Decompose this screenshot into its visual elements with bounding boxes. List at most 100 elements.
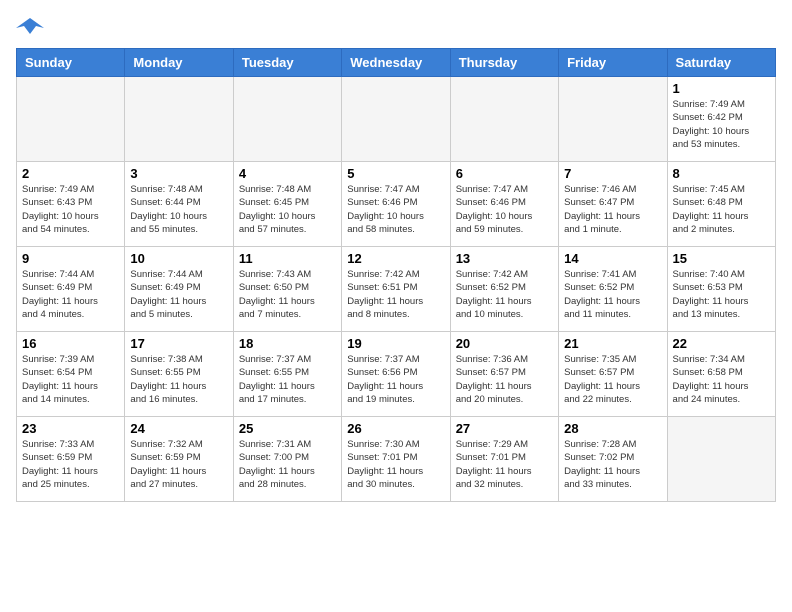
calendar-cell: 18 Sunrise: 7:37 AM Sunset: 6:55 PM Dayli… (233, 332, 341, 417)
day-number: 25 (239, 421, 336, 436)
day-info: Sunrise: 7:43 AM Sunset: 6:50 PM Dayligh… (239, 268, 336, 321)
calendar-cell: 21 Sunrise: 7:35 AM Sunset: 6:57 PM Dayli… (559, 332, 667, 417)
calendar-cell: 25 Sunrise: 7:31 AM Sunset: 7:00 PM Dayli… (233, 417, 341, 502)
calendar-cell: 20 Sunrise: 7:36 AM Sunset: 6:57 PM Dayli… (450, 332, 558, 417)
calendar-cell: 10 Sunrise: 7:44 AM Sunset: 6:49 PM Dayli… (125, 247, 233, 332)
calendar-cell: 12 Sunrise: 7:42 AM Sunset: 6:51 PM Dayli… (342, 247, 450, 332)
calendar-header-friday: Friday (559, 49, 667, 77)
day-number: 10 (130, 251, 227, 266)
page-header (16, 16, 776, 40)
day-info: Sunrise: 7:42 AM Sunset: 6:51 PM Dayligh… (347, 268, 444, 321)
calendar-cell: 4 Sunrise: 7:48 AM Sunset: 6:45 PM Daylig… (233, 162, 341, 247)
calendar-cell: 23 Sunrise: 7:33 AM Sunset: 6:59 PM Dayli… (17, 417, 125, 502)
day-info: Sunrise: 7:38 AM Sunset: 6:55 PM Dayligh… (130, 353, 227, 406)
calendar-cell (125, 77, 233, 162)
calendar-cell (667, 417, 775, 502)
calendar-week-5: 23 Sunrise: 7:33 AM Sunset: 6:59 PM Dayli… (17, 417, 776, 502)
day-info: Sunrise: 7:49 AM Sunset: 6:43 PM Dayligh… (22, 183, 119, 236)
day-number: 28 (564, 421, 661, 436)
day-number: 5 (347, 166, 444, 181)
day-number: 26 (347, 421, 444, 436)
day-number: 3 (130, 166, 227, 181)
day-info: Sunrise: 7:42 AM Sunset: 6:52 PM Dayligh… (456, 268, 553, 321)
day-number: 16 (22, 336, 119, 351)
day-info: Sunrise: 7:34 AM Sunset: 6:58 PM Dayligh… (673, 353, 770, 406)
calendar-cell: 28 Sunrise: 7:28 AM Sunset: 7:02 PM Dayli… (559, 417, 667, 502)
calendar-cell (233, 77, 341, 162)
calendar-cell: 8 Sunrise: 7:45 AM Sunset: 6:48 PM Daylig… (667, 162, 775, 247)
calendar-week-3: 9 Sunrise: 7:44 AM Sunset: 6:49 PM Daylig… (17, 247, 776, 332)
day-number: 17 (130, 336, 227, 351)
day-info: Sunrise: 7:28 AM Sunset: 7:02 PM Dayligh… (564, 438, 661, 491)
day-info: Sunrise: 7:48 AM Sunset: 6:45 PM Dayligh… (239, 183, 336, 236)
calendar-cell (450, 77, 558, 162)
calendar-cell: 3 Sunrise: 7:48 AM Sunset: 6:44 PM Daylig… (125, 162, 233, 247)
day-number: 7 (564, 166, 661, 181)
calendar-cell: 5 Sunrise: 7:47 AM Sunset: 6:46 PM Daylig… (342, 162, 450, 247)
calendar-cell (559, 77, 667, 162)
calendar-header-thursday: Thursday (450, 49, 558, 77)
day-number: 8 (673, 166, 770, 181)
calendar-cell: 11 Sunrise: 7:43 AM Sunset: 6:50 PM Dayli… (233, 247, 341, 332)
day-info: Sunrise: 7:40 AM Sunset: 6:53 PM Dayligh… (673, 268, 770, 321)
day-number: 1 (673, 81, 770, 96)
calendar-cell: 6 Sunrise: 7:47 AM Sunset: 6:46 PM Daylig… (450, 162, 558, 247)
day-info: Sunrise: 7:46 AM Sunset: 6:47 PM Dayligh… (564, 183, 661, 236)
day-info: Sunrise: 7:35 AM Sunset: 6:57 PM Dayligh… (564, 353, 661, 406)
day-number: 19 (347, 336, 444, 351)
day-info: Sunrise: 7:30 AM Sunset: 7:01 PM Dayligh… (347, 438, 444, 491)
day-info: Sunrise: 7:48 AM Sunset: 6:44 PM Dayligh… (130, 183, 227, 236)
calendar-header-row: SundayMondayTuesdayWednesdayThursdayFrid… (17, 49, 776, 77)
calendar-header-tuesday: Tuesday (233, 49, 341, 77)
day-number: 12 (347, 251, 444, 266)
day-number: 18 (239, 336, 336, 351)
day-info: Sunrise: 7:33 AM Sunset: 6:59 PM Dayligh… (22, 438, 119, 491)
calendar-cell: 19 Sunrise: 7:37 AM Sunset: 6:56 PM Dayli… (342, 332, 450, 417)
logo (16, 16, 48, 40)
day-number: 13 (456, 251, 553, 266)
day-info: Sunrise: 7:31 AM Sunset: 7:00 PM Dayligh… (239, 438, 336, 491)
calendar-week-4: 16 Sunrise: 7:39 AM Sunset: 6:54 PM Dayli… (17, 332, 776, 417)
calendar-cell: 22 Sunrise: 7:34 AM Sunset: 6:58 PM Dayli… (667, 332, 775, 417)
calendar-cell: 13 Sunrise: 7:42 AM Sunset: 6:52 PM Dayli… (450, 247, 558, 332)
calendar-cell (17, 77, 125, 162)
day-number: 24 (130, 421, 227, 436)
day-info: Sunrise: 7:45 AM Sunset: 6:48 PM Dayligh… (673, 183, 770, 236)
day-info: Sunrise: 7:29 AM Sunset: 7:01 PM Dayligh… (456, 438, 553, 491)
day-info: Sunrise: 7:32 AM Sunset: 6:59 PM Dayligh… (130, 438, 227, 491)
day-number: 15 (673, 251, 770, 266)
day-number: 2 (22, 166, 119, 181)
calendar-cell: 27 Sunrise: 7:29 AM Sunset: 7:01 PM Dayli… (450, 417, 558, 502)
day-number: 27 (456, 421, 553, 436)
day-number: 14 (564, 251, 661, 266)
calendar: SundayMondayTuesdayWednesdayThursdayFrid… (16, 48, 776, 502)
calendar-header-wednesday: Wednesday (342, 49, 450, 77)
calendar-header-monday: Monday (125, 49, 233, 77)
day-number: 23 (22, 421, 119, 436)
day-info: Sunrise: 7:37 AM Sunset: 6:55 PM Dayligh… (239, 353, 336, 406)
day-number: 9 (22, 251, 119, 266)
day-info: Sunrise: 7:47 AM Sunset: 6:46 PM Dayligh… (456, 183, 553, 236)
calendar-cell: 1Sunrise: 7:49 AM Sunset: 6:42 PM Daylig… (667, 77, 775, 162)
calendar-week-1: 1Sunrise: 7:49 AM Sunset: 6:42 PM Daylig… (17, 77, 776, 162)
calendar-cell: 9 Sunrise: 7:44 AM Sunset: 6:49 PM Daylig… (17, 247, 125, 332)
day-info: Sunrise: 7:44 AM Sunset: 6:49 PM Dayligh… (22, 268, 119, 321)
day-info: Sunrise: 7:39 AM Sunset: 6:54 PM Dayligh… (22, 353, 119, 406)
logo-icon (16, 16, 44, 40)
day-number: 11 (239, 251, 336, 266)
day-number: 20 (456, 336, 553, 351)
day-info: Sunrise: 7:44 AM Sunset: 6:49 PM Dayligh… (130, 268, 227, 321)
calendar-header-saturday: Saturday (667, 49, 775, 77)
calendar-cell (342, 77, 450, 162)
calendar-header-sunday: Sunday (17, 49, 125, 77)
day-number: 6 (456, 166, 553, 181)
calendar-cell: 15 Sunrise: 7:40 AM Sunset: 6:53 PM Dayli… (667, 247, 775, 332)
day-info: Sunrise: 7:36 AM Sunset: 6:57 PM Dayligh… (456, 353, 553, 406)
day-info: Sunrise: 7:47 AM Sunset: 6:46 PM Dayligh… (347, 183, 444, 236)
day-number: 21 (564, 336, 661, 351)
calendar-cell: 7 Sunrise: 7:46 AM Sunset: 6:47 PM Daylig… (559, 162, 667, 247)
day-number: 22 (673, 336, 770, 351)
day-info: Sunrise: 7:37 AM Sunset: 6:56 PM Dayligh… (347, 353, 444, 406)
day-number: 4 (239, 166, 336, 181)
calendar-cell: 26 Sunrise: 7:30 AM Sunset: 7:01 PM Dayli… (342, 417, 450, 502)
